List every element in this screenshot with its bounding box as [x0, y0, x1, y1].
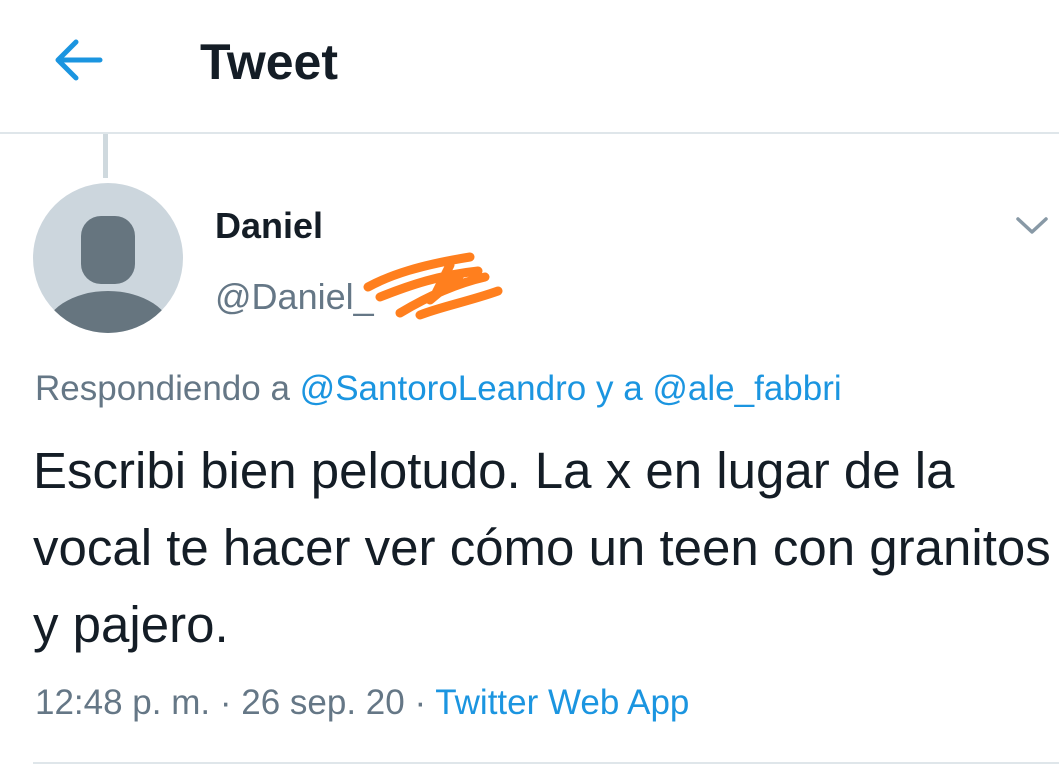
default-profile-icon — [44, 216, 172, 333]
tweet-source-link[interactable]: Twitter Web App — [435, 683, 689, 722]
redaction-scribble — [363, 252, 503, 320]
author-handle[interactable]: @Daniel_ — [215, 275, 374, 319]
author-display-name[interactable]: Daniel — [215, 204, 323, 248]
mention-link-ale-fabbri[interactable]: @ale_fabbri — [652, 369, 841, 408]
tweet-time[interactable]: 12:48 p. m. — [35, 683, 210, 722]
meta-separator: · — [414, 683, 427, 722]
tweet-menu-button[interactable] — [1010, 205, 1054, 245]
replying-prefix: Respondiendo a — [35, 369, 290, 408]
meta-separator: · — [219, 683, 232, 722]
tweet-date[interactable]: 26 sep. 20 — [241, 683, 404, 722]
chevron-down-icon — [1016, 217, 1048, 234]
divider — [33, 762, 1059, 764]
arrow-left-icon — [55, 39, 103, 81]
page-title: Tweet — [200, 34, 338, 90]
tweet-meta: 12:48 p. m. · 26 sep. 20 · Twitter Web A… — [35, 680, 689, 726]
replying-to-line: Respondiendo a @SantoroLeandro y a @ale_… — [35, 366, 842, 412]
tweet-page: Tweet Daniel @Daniel_ Respondiendo a @Sa… — [0, 0, 1059, 768]
thread-connector-line — [103, 134, 108, 178]
back-button[interactable] — [48, 32, 108, 88]
replying-joiner[interactable]: y a — [596, 369, 643, 408]
tweet-text: Escribi bien pelotudo. La x en lugar de … — [33, 442, 1051, 653]
header-bar: Tweet — [0, 0, 1059, 134]
avatar[interactable] — [33, 183, 183, 333]
mention-link-santoroleandro[interactable]: @SantoroLeandro — [300, 369, 587, 408]
